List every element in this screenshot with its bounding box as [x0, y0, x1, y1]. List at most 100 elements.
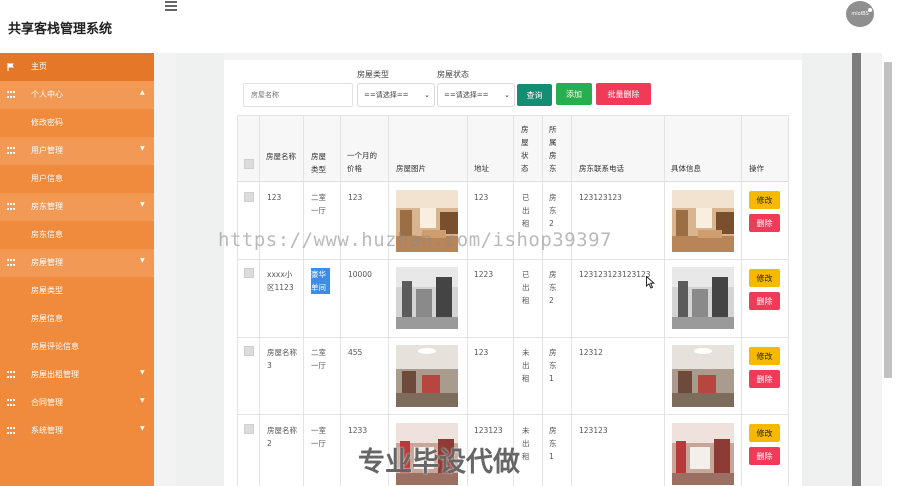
sidebar-item-landlord-info[interactable]: 房东信息	[0, 221, 154, 249]
table-grid-line	[237, 259, 789, 260]
edit-button[interactable]: 修改	[749, 191, 780, 209]
batch-delete-button[interactable]: 批量删除	[596, 83, 651, 105]
cell-landlord: 房东1	[549, 426, 557, 461]
sidebar-item-landlord-management[interactable]: 房东管理 ▼	[0, 193, 154, 221]
column-header-address: 地址	[474, 164, 489, 173]
table-grid-line	[237, 337, 789, 338]
sidebar-item-user-management[interactable]: 用户管理 ▼	[0, 137, 154, 165]
delete-button[interactable]: 删除	[749, 214, 780, 232]
house-photo	[396, 267, 458, 329]
sidebar-item-personal-center[interactable]: 个人中心 ▲	[0, 81, 154, 109]
house-table: 房屋名称 房屋类型 一个月的价格 房屋图片 地址 房屋状态 所属房东 房东联系电…	[237, 115, 789, 486]
table-grid-line	[259, 115, 260, 486]
house-detail-photo	[672, 345, 734, 407]
table-grid-line	[467, 115, 468, 486]
sidebar-item-house-type[interactable]: 房屋类型	[0, 277, 154, 305]
table-grid-line	[788, 115, 789, 486]
sidebar-item-house-info[interactable]: 房屋信息	[0, 305, 154, 333]
sidebar-item-house-management[interactable]: 房屋管理 ▼	[0, 249, 154, 277]
house-status-label: 房屋状态	[437, 70, 469, 79]
edit-button[interactable]: 修改	[749, 424, 780, 442]
table-grid-line	[340, 115, 341, 486]
sidebar-item-label: 用户管理	[31, 146, 63, 155]
sidebar-item-label: 系统管理	[31, 426, 63, 435]
select-all-checkbox[interactable]	[244, 159, 254, 169]
edit-button[interactable]: 修改	[749, 269, 780, 287]
sidebar-item-label: 修改密码	[31, 118, 63, 127]
column-header-image: 房屋图片	[396, 164, 426, 173]
row-checkbox[interactable]	[244, 268, 254, 278]
cell-status: 未出租	[522, 348, 530, 383]
row-checkbox[interactable]	[244, 424, 254, 434]
delete-button[interactable]: 删除	[749, 370, 780, 388]
grid-icon	[7, 147, 15, 155]
table-grid-line	[237, 115, 238, 486]
row-checkbox[interactable]	[244, 192, 254, 202]
cell-landlord: 房东1	[549, 348, 557, 383]
cell-phone: 123123123123123	[579, 270, 651, 279]
cell-name: 房屋名称3	[267, 348, 297, 370]
cell-status: 已出租	[522, 270, 530, 305]
house-detail-photo	[672, 190, 734, 252]
add-button[interactable]: 添加	[556, 83, 592, 105]
mouse-cursor-icon	[646, 276, 655, 289]
chevron-down-icon: ▼	[140, 201, 145, 208]
cell-phone: 123123123	[579, 193, 622, 202]
column-header-phone: 房东联系电话	[579, 164, 624, 173]
house-name-input[interactable]	[243, 83, 353, 107]
house-type-label: 房屋类型	[357, 70, 389, 79]
chevron-down-icon: ▼	[140, 145, 145, 152]
window-scrollbar[interactable]	[884, 62, 892, 378]
cell-phone: 12312	[579, 348, 603, 357]
sidebar-item-contract-management[interactable]: 合同管理 ▼	[0, 389, 154, 417]
sidebar-item-system-management[interactable]: 系统管理 ▼	[0, 417, 154, 445]
house-detail-photo	[672, 267, 734, 329]
column-header-status: 房屋状态	[521, 125, 529, 173]
cell-type: 二室一厅	[311, 193, 326, 215]
table-grid-line	[664, 115, 665, 486]
inner-scroll-track	[852, 53, 861, 486]
edit-button[interactable]: 修改	[749, 347, 780, 365]
column-header-actions: 操作	[749, 164, 764, 173]
cell-landlord: 房东2	[549, 270, 557, 305]
row-checkbox[interactable]	[244, 346, 254, 356]
sidebar-item-change-password[interactable]: 修改密码	[0, 109, 154, 137]
table-grid-line	[542, 115, 543, 486]
banner-text: 专业毕设代做	[358, 447, 520, 478]
column-header-name: 房屋名称	[266, 152, 296, 161]
sidebar-item-label: 合同管理	[31, 398, 63, 407]
sidebar-item-label: 房东管理	[31, 202, 63, 211]
delete-button[interactable]: 删除	[749, 292, 780, 310]
avatar-text: mloIBS	[851, 11, 869, 17]
query-button[interactable]: 查询	[517, 84, 552, 106]
sidebar-item-label: 主页	[31, 62, 47, 71]
online-status-dot	[868, 8, 872, 12]
sidebar-item-home[interactable]: 主页	[0, 53, 154, 81]
cell-address: 123123	[474, 426, 503, 435]
house-status-select-value: ==请选择==	[444, 91, 489, 99]
sidebar-item-house-comments[interactable]: 房屋评论信息	[0, 333, 154, 361]
house-type-select[interactable]: ==请选择== ⌄	[357, 83, 435, 107]
cell-type-selected: 豪华单间	[311, 268, 330, 294]
grid-icon	[7, 399, 15, 407]
cell-status: 未出租	[522, 426, 530, 461]
cell-price: 10000	[348, 270, 372, 279]
sidebar-item-user-info[interactable]: 用户信息	[0, 165, 154, 193]
sidebar: 主页 个人中心 ▲ 修改密码 用户管理 ▼ 用户信息 房东管理 ▼ 房东信息 房…	[0, 53, 154, 486]
app-title: 共享客栈管理系统	[8, 22, 113, 37]
cell-price: 123	[348, 193, 363, 202]
chevron-down-icon: ▼	[140, 369, 145, 376]
menu-toggle-icon[interactable]	[165, 1, 177, 11]
house-status-select[interactable]: ==请选择== ⌄	[437, 83, 515, 107]
delete-button[interactable]: 删除	[749, 447, 780, 465]
column-header-landlord: 所属房东	[549, 125, 557, 173]
table-grid-line	[571, 115, 572, 486]
table-grid-line	[237, 115, 789, 116]
sidebar-item-label: 房屋信息	[31, 314, 63, 323]
sidebar-item-rental-management[interactable]: 房屋出租管理 ▼	[0, 361, 154, 389]
cell-name: xxxx小区1123	[267, 270, 294, 292]
cell-address: 1223	[474, 270, 494, 279]
chevron-down-icon: ▼	[140, 257, 145, 264]
avatar[interactable]: mloIBS	[846, 1, 874, 27]
sidebar-item-label: 用户信息	[31, 174, 63, 183]
